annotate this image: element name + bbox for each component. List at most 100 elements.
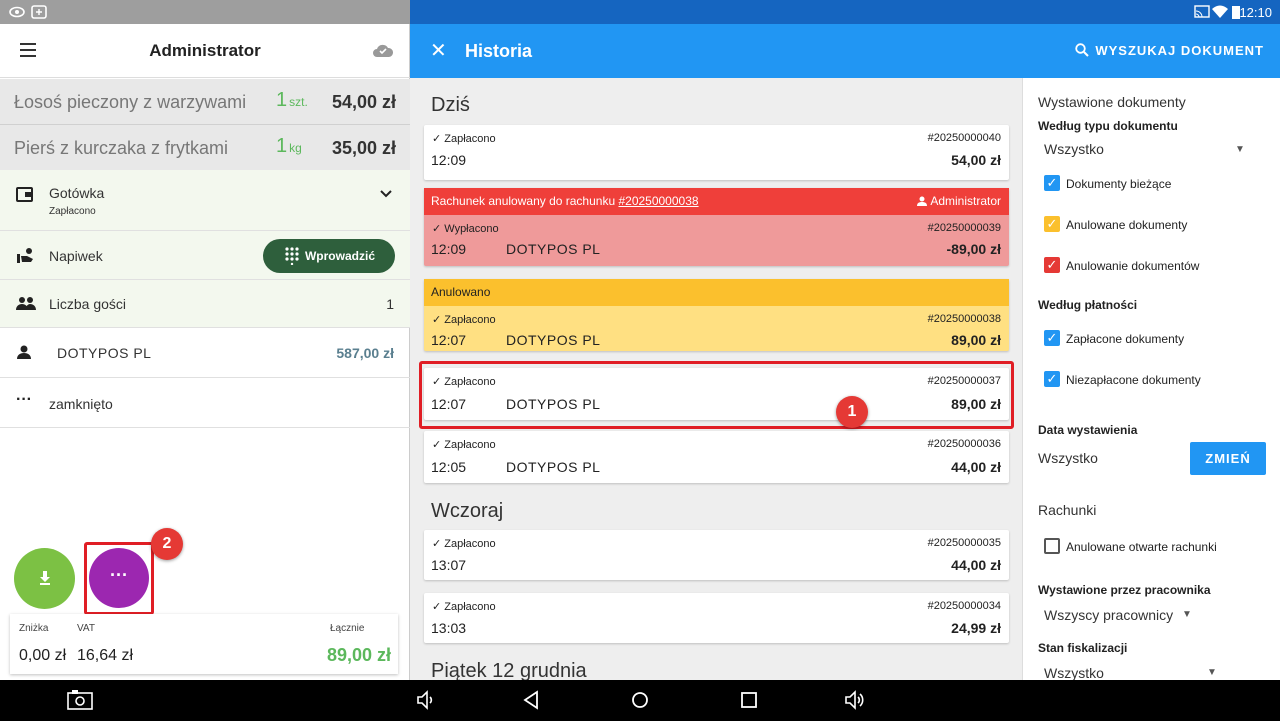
back-icon[interactable]	[522, 690, 540, 710]
order-item[interactable]: Łosoś pieczony z warzywami 1 szt. 54,00 z…	[0, 79, 410, 125]
checkbox-label: Niezapłacone dokumenty	[1066, 373, 1201, 387]
banner-link[interactable]: #20250000038	[618, 194, 698, 208]
history-title: Historia	[465, 41, 533, 61]
document-card[interactable]: ✓ Zapłacono #20250000040 12:09 54,00 zł	[424, 125, 1009, 180]
payment-status: Zapłacono	[49, 206, 96, 217]
remote-icon	[31, 5, 47, 19]
volume-down-icon[interactable]	[416, 690, 436, 710]
dropdown-arrow-icon[interactable]: ▼	[1235, 144, 1245, 155]
item-name: Pierś z kurczaka z frytkami	[14, 138, 229, 158]
card-number: #20250000036	[927, 438, 1001, 450]
checkbox-open-bills[interactable]	[1044, 538, 1060, 554]
document-card[interactable]: ✓ Zapłacono #20250000034 13:03 24,99 zł	[424, 593, 1009, 643]
day-heading: Dziś	[431, 94, 470, 116]
fiscal-heading: Stan fiskalizacji	[1038, 641, 1128, 655]
dropdown-arrow-icon[interactable]: ▼	[1182, 609, 1192, 620]
keypad-icon	[285, 247, 299, 265]
more-row[interactable]: ··· zamknięto	[0, 378, 410, 428]
chevron-down-icon[interactable]	[380, 190, 392, 198]
card-status: ✓ Zapłacono	[432, 314, 496, 326]
card-body: ✓ Zapłacono #20250000038 12:07 DOTYPOS P…	[424, 306, 1009, 351]
checkbox-unpaid[interactable]: ✓	[1044, 371, 1060, 387]
cast-icon	[1194, 5, 1210, 18]
checkbox-paid[interactable]: ✓	[1044, 330, 1060, 346]
checkbox-cancelled[interactable]: ✓	[1044, 216, 1060, 232]
screenshot-icon[interactable]	[67, 690, 93, 710]
payment-row[interactable]: Gotówka Zapłacono	[0, 170, 410, 231]
card-number: #20250000039	[927, 222, 1001, 234]
volume-up-icon[interactable]	[844, 690, 866, 710]
recents-icon[interactable]	[740, 690, 758, 710]
more-label: zamknięto	[49, 396, 113, 412]
checkbox-label: Zapłacone dokumenty	[1066, 332, 1185, 346]
day-heading: Wczoraj	[431, 500, 504, 522]
eye-icon	[9, 6, 25, 18]
order-panel: Administrator Łosoś pieczony z warzywami…	[0, 24, 410, 680]
cancel-banner: Rachunek anulowany do rachunku #20250000…	[424, 188, 1009, 215]
item-name: Łosoś pieczony z warzywami	[14, 92, 247, 112]
item-qty: 1 szt.	[276, 89, 308, 111]
download-button[interactable]	[14, 548, 75, 609]
card-number: #20250000035	[927, 537, 1001, 549]
step-badge: 2	[151, 528, 183, 560]
document-card[interactable]: Anulowano ✓ Zapłacono #20250000038 12:07…	[424, 279, 1009, 351]
person-icon	[17, 345, 31, 359]
order-item[interactable]: Pierś z kurczaka z frytkami 1 kg 35,00 zł	[0, 125, 410, 171]
guests-row[interactable]: Liczba gości 1	[0, 280, 410, 328]
home-icon[interactable]	[630, 690, 650, 710]
discount-value: 0,00 zł	[19, 647, 67, 664]
card-body: ✓ Wypłacono #20250000039 12:09 DOTYPOS P…	[424, 215, 1009, 266]
cancelled-banner: Anulowano	[424, 279, 1009, 306]
banner-text: Rachunek anulowany do rachunku	[431, 194, 619, 208]
dropdown-arrow-icon[interactable]: ▼	[1207, 667, 1217, 678]
wallet-icon	[16, 187, 33, 202]
change-date-button[interactable]: ZMIEŃ	[1190, 442, 1266, 475]
card-amount: 54,00 zł	[951, 152, 1001, 168]
document-card[interactable]: Rachunek anulowany do rachunku #20250000…	[424, 188, 1009, 266]
card-status: ✓ Zapłacono	[432, 439, 496, 451]
fiscal-select[interactable]: Wszystko	[1044, 665, 1104, 680]
card-status: ✓ Zapłacono	[432, 133, 496, 145]
date-heading: Data wystawienia	[1038, 423, 1138, 437]
vat-label: VAT	[77, 623, 95, 634]
close-icon[interactable]: ✕	[430, 38, 447, 63]
card-amount: 44,00 zł	[951, 557, 1001, 573]
user-icon	[917, 196, 928, 206]
customer-name: DOTYPOS PL	[57, 345, 152, 361]
customer-amount: 587,00 zł	[336, 345, 394, 361]
card-customer: DOTYPOS PL	[506, 241, 601, 257]
type-select[interactable]: Wszystko	[1044, 141, 1104, 157]
date-value: Wszystko	[1038, 450, 1098, 466]
status-bar-right: 12:10	[410, 0, 1280, 24]
filter-payment-heading: Według płatności	[1038, 298, 1138, 312]
vat-value: 16,64 zł	[77, 647, 134, 664]
checkbox-label: Anulowane otwarte rachunki	[1066, 540, 1217, 554]
search-document-button[interactable]: WYSZUKAJ DOKUMENT	[1075, 43, 1264, 58]
cloud-icon[interactable]	[372, 42, 394, 58]
card-status: ✓ Zapłacono	[432, 601, 496, 613]
card-number: #20250000040	[927, 132, 1001, 144]
document-card[interactable]: ✓ Zapłacono #20250000035 13:07 44,00 zł	[424, 530, 1009, 580]
customer-row[interactable]: DOTYPOS PL 587,00 zł	[0, 328, 410, 378]
card-amount: 44,00 zł	[951, 459, 1001, 475]
checkbox-label: Dokumenty bieżące	[1066, 177, 1172, 191]
guests-value: 1	[386, 296, 394, 312]
tip-hand-icon	[17, 248, 33, 263]
checkbox-cancelling[interactable]: ✓	[1044, 257, 1060, 273]
filter-panel: Wystawione dokumenty Według typu dokumen…	[1022, 78, 1280, 680]
discount-label: Zniżka	[19, 623, 49, 634]
page-title: Administrator	[149, 41, 261, 60]
enter-tip-button[interactable]: Wprowadzić	[263, 239, 395, 273]
highlight-box	[84, 542, 154, 615]
employee-heading: Wystawione przez pracownika	[1038, 583, 1211, 597]
checkbox-label: Anulowanie dokumentów	[1066, 259, 1200, 273]
card-status: ✓ Wypłacono	[432, 223, 499, 235]
item-price: 35,00 zł	[331, 138, 396, 158]
employee-select[interactable]: Wszyscy pracownicy	[1044, 607, 1173, 623]
document-card[interactable]: ✓ Zapłacono #20250000036 12:05 DOTYPOS P…	[424, 431, 1009, 483]
tip-label: Napiwek	[49, 248, 103, 264]
card-time: 12:09	[431, 241, 467, 257]
checkbox-current[interactable]: ✓	[1044, 175, 1060, 191]
order-details: Gotówka Zapłacono Napiwek Wprowadzić Lic…	[0, 170, 410, 328]
enter-tip-label: Wprowadzić	[304, 249, 375, 263]
